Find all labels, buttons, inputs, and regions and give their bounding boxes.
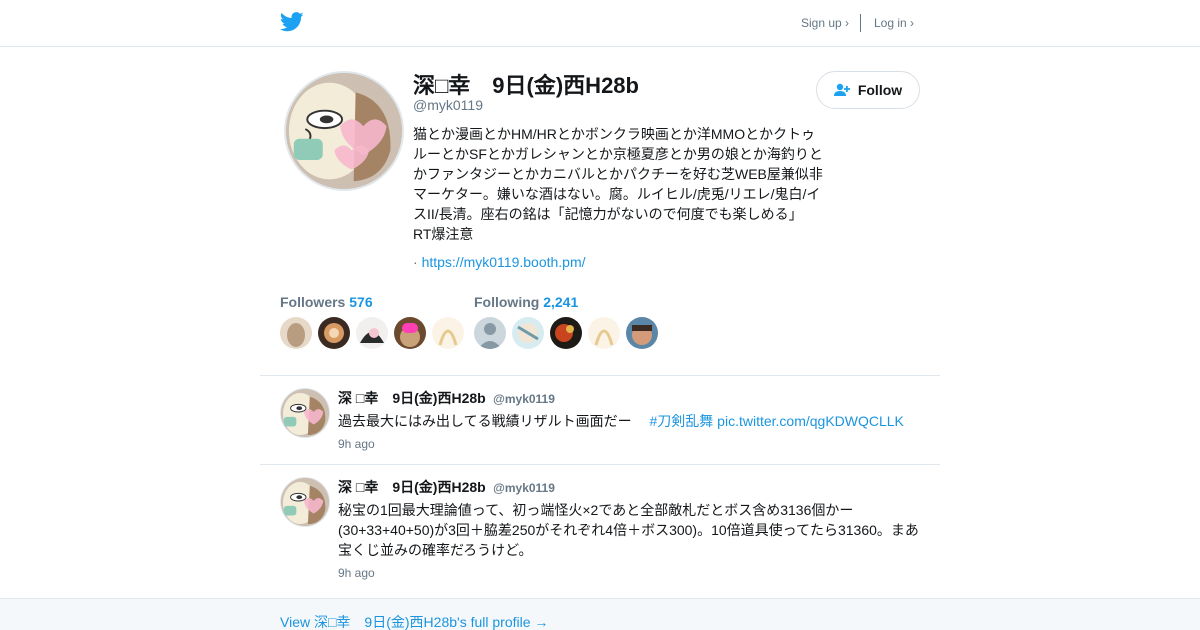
follower-avatar[interactable] — [356, 317, 388, 349]
tweet-author-name[interactable]: 深 □幸 9日(金)西H28b — [338, 479, 486, 495]
following-avatar[interactable] — [626, 317, 658, 349]
following-avatar[interactable] — [588, 317, 620, 349]
followers-label: Followers — [280, 294, 346, 310]
profile-handle: @myk0119 — [413, 97, 483, 113]
tweet-author-handle[interactable]: @myk0119 — [493, 392, 555, 406]
follower-avatar[interactable] — [280, 317, 312, 349]
follower-avatar[interactable] — [394, 317, 426, 349]
divider — [260, 464, 940, 465]
following-section: Following 2,241 — [474, 294, 658, 349]
sign-up-link[interactable]: Sign up › — [801, 16, 849, 30]
profile-name: 深□幸 9日(金)西H28b — [413, 73, 639, 98]
profile-bio: 猫とか漫画とかHM/HRとかボンクラ映画とか洋MMOとかクトゥルーとかSFとかガ… — [413, 126, 823, 242]
profile-url-row: · https://myk0119.booth.pm/ — [413, 254, 586, 270]
following-avatar[interactable] — [474, 317, 506, 349]
log-in-link[interactable]: Log in › — [874, 16, 914, 30]
tweet-hashtag[interactable]: #刀剣乱舞 — [649, 413, 713, 429]
followers-avatars — [280, 317, 464, 349]
tweet-author-name[interactable]: 深 □幸 9日(金)西H28b — [338, 390, 486, 406]
tweet-item[interactable]: 深 □幸 9日(金)西H28b @myk0119 秘宝の1回最大理論値って、初っ… — [280, 477, 930, 587]
view-full-profile-link[interactable]: View 深□幸 9日(金)西H28b's full profile → — [280, 612, 548, 630]
follower-avatar[interactable] — [432, 317, 464, 349]
profile-avatar[interactable] — [284, 71, 404, 191]
twitter-bird-icon[interactable] — [280, 11, 304, 33]
follow-button[interactable]: Follow — [816, 71, 920, 109]
following-stat[interactable]: Following 2,241 — [474, 294, 658, 310]
divider — [260, 375, 940, 376]
profile-url-link[interactable]: https://myk0119.booth.pm/ — [422, 254, 586, 270]
profile-footer: View 深□幸 9日(金)西H28b's full profile → — [0, 598, 1200, 630]
tweet-timestamp[interactable]: 9h ago — [338, 566, 375, 580]
tweet-author-handle[interactable]: @myk0119 — [493, 481, 555, 495]
tweet-item[interactable]: 深 □幸 9日(金)西H28b @myk0119 過去最大にはみ出してる戦績リザ… — [280, 388, 930, 458]
follow-user-icon — [833, 83, 850, 96]
top-bar: Sign up › Log in › — [0, 0, 1200, 47]
tweet-text: 過去最大にはみ出してる戦績リザルト画面だー #刀剣乱舞 pic.twitter.… — [338, 411, 928, 431]
following-avatars — [474, 317, 658, 349]
avatar-illustration — [281, 478, 329, 526]
followers-section: Followers 576 — [280, 294, 464, 349]
tweet-body: 秘宝の1回最大理論値って、初っ端怪火×2であと全部敵札だとボス含め3136個かー… — [338, 502, 919, 558]
tweet-body: 過去最大にはみ出してる戦績リザルト画面だー — [338, 413, 646, 429]
following-avatar[interactable] — [512, 317, 544, 349]
following-avatar[interactable] — [550, 317, 582, 349]
following-label: Following — [474, 294, 540, 310]
followers-count: 576 — [349, 294, 373, 310]
avatar-illustration — [286, 73, 402, 189]
tweet-avatar[interactable] — [280, 388, 330, 438]
follow-button-label: Follow — [857, 82, 903, 98]
avatar-illustration — [281, 389, 329, 437]
follower-avatar[interactable] — [318, 317, 350, 349]
tweet-avatar[interactable] — [280, 477, 330, 527]
url-bullet: · — [413, 254, 418, 270]
tweet-timestamp[interactable]: 9h ago — [338, 437, 375, 451]
nav-divider — [860, 14, 861, 32]
tweet-text: 秘宝の1回最大理論値って、初っ端怪火×2であと全部敵札だとボス含め3136個かー… — [338, 500, 928, 560]
tweet-header: 深 □幸 9日(金)西H28b @myk0119 — [338, 388, 555, 408]
followers-stat[interactable]: Followers 576 — [280, 294, 464, 310]
tweet-media-link[interactable]: pic.twitter.com/qgKDWQCLLK — [717, 413, 904, 429]
following-count: 2,241 — [543, 294, 579, 310]
tweet-header: 深 □幸 9日(金)西H28b @myk0119 — [338, 477, 555, 497]
